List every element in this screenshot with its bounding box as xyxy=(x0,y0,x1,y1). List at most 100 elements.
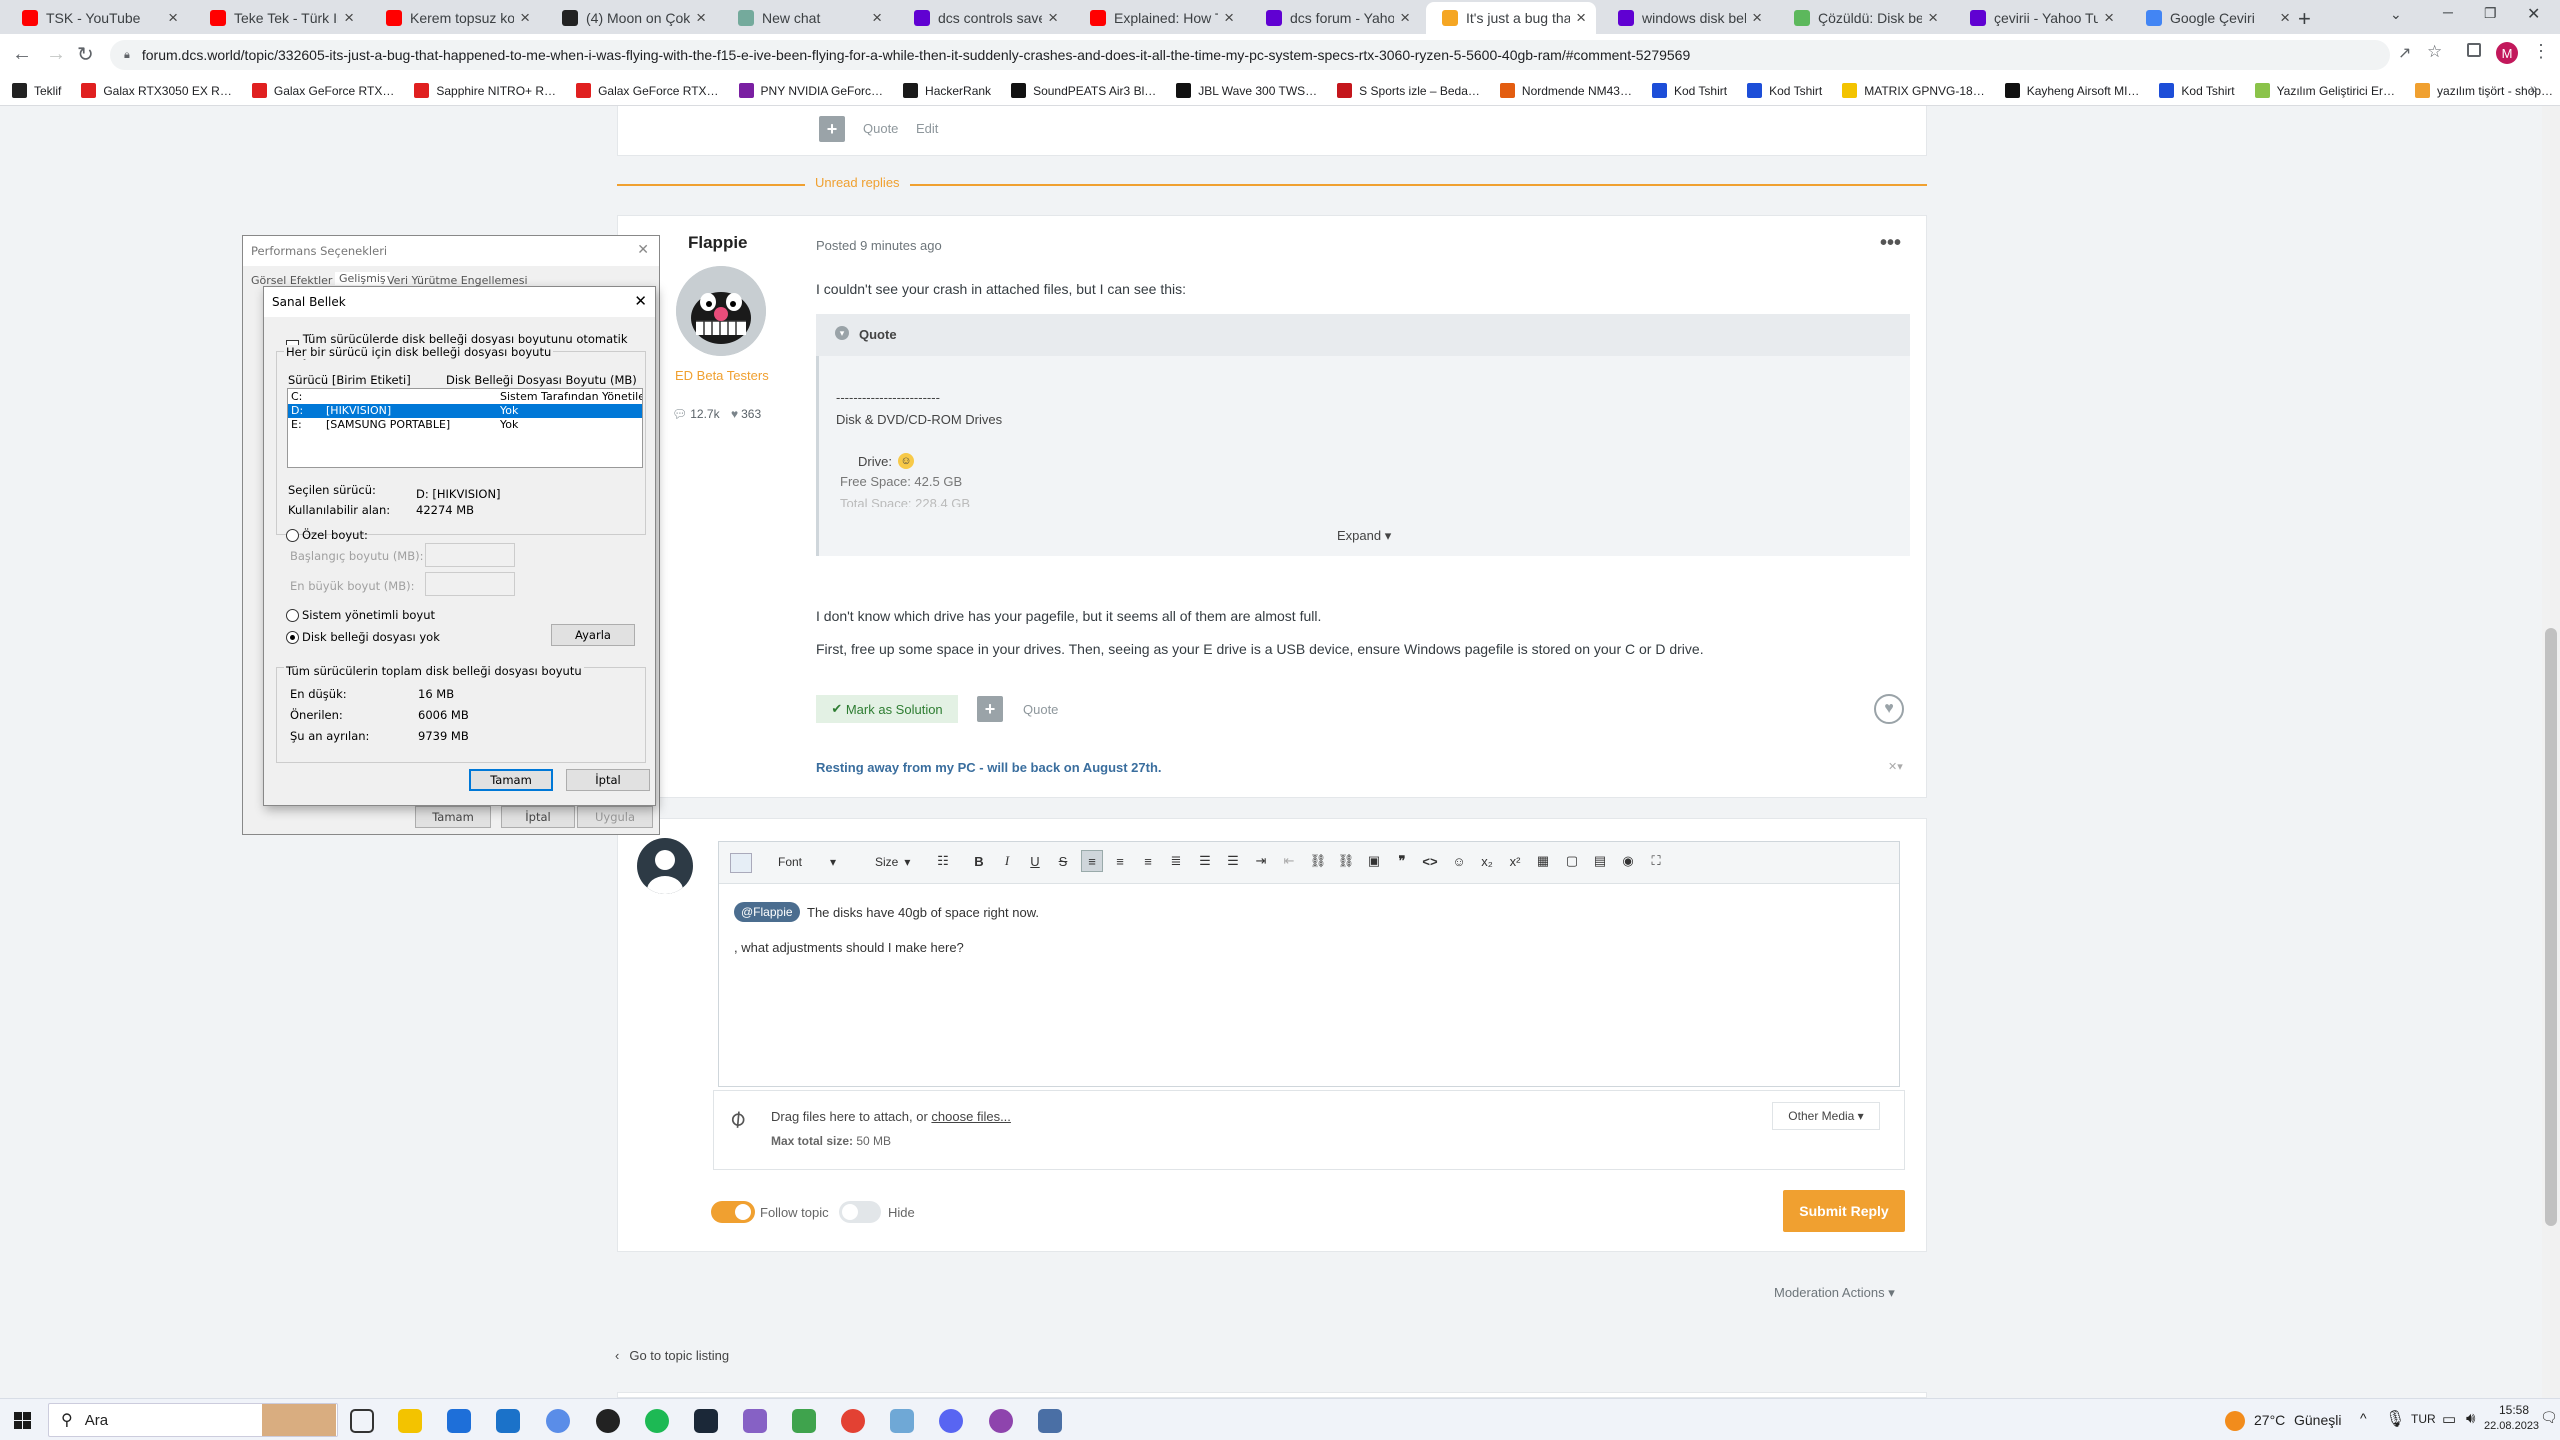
tray-chevron-icon[interactable]: ^ xyxy=(2360,1410,2367,1426)
start-windows-icon[interactable] xyxy=(14,1412,31,1429)
weather-condition[interactable]: Güneşli xyxy=(2294,1412,2341,1428)
more-bookmarks-icon[interactable]: » xyxy=(2530,80,2538,96)
link-icon[interactable]: ⛓︎ xyxy=(1307,850,1329,872)
profile-avatar[interactable]: M xyxy=(2496,42,2518,64)
underline-icon[interactable]: U xyxy=(1024,850,1046,872)
image-icon[interactable]: ▣ xyxy=(1363,850,1385,872)
edit-link[interactable]: Edit xyxy=(916,121,938,136)
post-timestamp[interactable]: Posted 9 minutes ago xyxy=(816,238,942,253)
gif-icon[interactable]: ▤ xyxy=(1589,850,1611,872)
font-dropdown[interactable]: Font ▾ xyxy=(778,855,836,869)
bookmark-item[interactable]: Kayheng Airsoft MI… xyxy=(2004,83,2139,98)
maximize-icon[interactable]: ⛶ xyxy=(1645,850,1667,872)
format-icon[interactable]: ☷ xyxy=(932,850,954,872)
browser-tab[interactable]: Çözüldü: Disk belleği… × xyxy=(1778,2,1948,34)
tab-close-icon[interactable]: × xyxy=(2280,8,2290,28)
follow-toggle[interactable] xyxy=(711,1201,755,1223)
align-left-icon[interactable]: ≡ xyxy=(1081,850,1103,872)
file-explorer-icon[interactable] xyxy=(398,1409,422,1433)
align-justify-icon[interactable]: ≣ xyxy=(1165,850,1187,872)
add-reaction-button[interactable]: + xyxy=(819,116,845,142)
browser-tab[interactable]: Teke Tek - Türk Irkı v… × xyxy=(194,2,364,34)
notifications-icon[interactable]: 🗨︎ xyxy=(2540,1409,2558,1426)
outdent-icon[interactable]: ⇤ xyxy=(1278,850,1300,872)
bookmark-item[interactable]: PNY NVIDIA GeForc… xyxy=(738,83,883,98)
unlink-icon[interactable]: ⛓︎ xyxy=(1335,850,1357,872)
menu-icon[interactable]: ⋮ xyxy=(2532,41,2550,62)
browser-tab[interactable]: Explained: How To B… × xyxy=(1074,2,1244,34)
forward-icon[interactable]: → xyxy=(46,43,66,66)
initial-size-input[interactable] xyxy=(425,543,515,567)
app-icon[interactable] xyxy=(989,1409,1013,1433)
chrome-icon[interactable] xyxy=(841,1409,865,1433)
tab-close-icon[interactable]: × xyxy=(344,8,354,28)
like-heart-icon[interactable]: ♥︎ xyxy=(1874,694,1904,724)
vm-cancel-button[interactable]: İptal xyxy=(566,769,650,791)
bookmark-item[interactable]: JBL Wave 300 TWS… xyxy=(1176,83,1317,98)
tab-close-icon[interactable]: × xyxy=(1400,8,1410,28)
bookmark-item[interactable]: Galax GeForce RTX… xyxy=(251,83,394,98)
emoji-picker-icon[interactable]: ☺︎ xyxy=(1448,850,1470,872)
bookmark-item[interactable]: S Sports izle – Beda… xyxy=(1337,83,1480,98)
clock-date[interactable]: 22.08.2023 xyxy=(2484,1420,2539,1432)
expand-button[interactable]: Expand ▾ xyxy=(1337,528,1391,544)
vm-ok-button[interactable]: Tamam xyxy=(469,769,553,791)
no-paging-radio[interactable] xyxy=(286,630,299,644)
spotify-icon[interactable] xyxy=(645,1409,669,1433)
bold-icon[interactable]: B xyxy=(968,850,990,872)
moderation-actions-dropdown[interactable]: Moderation Actions ▾ xyxy=(1774,1285,1895,1301)
bookmark-star-icon[interactable]: ☆ xyxy=(2427,42,2442,62)
perf-tab-advanced[interactable]: Gelişmiş xyxy=(335,272,390,285)
restore-icon[interactable]: ❐ xyxy=(2484,5,2497,22)
network-icon[interactable]: ▭ xyxy=(2442,1410,2456,1428)
visual-studio-icon[interactable] xyxy=(743,1409,767,1433)
clock-time[interactable]: 15:58 xyxy=(2494,1403,2534,1417)
bookmark-item[interactable]: Nordmende NM43… xyxy=(1499,83,1632,98)
post-author-name[interactable]: Flappie xyxy=(688,233,748,253)
system-managed-radio[interactable] xyxy=(286,608,299,622)
post-options-icon[interactable]: ••• xyxy=(1880,232,1901,255)
author-avatar[interactable] xyxy=(676,266,766,356)
perf-apply-button[interactable]: Uygula xyxy=(577,806,653,828)
spoiler-icon[interactable]: ▢ xyxy=(1561,850,1583,872)
bookmark-item[interactable]: Yazılım Geliştirici Er… xyxy=(2254,83,2395,98)
reload-icon[interactable]: ↻ xyxy=(77,42,94,67)
tab-close-icon[interactable]: × xyxy=(1928,8,1938,28)
max-size-input[interactable] xyxy=(425,572,515,596)
tab-search-icon[interactable]: ⌄ xyxy=(2390,6,2402,23)
browser-tab[interactable]: çevirii - Yahoo Turke… × xyxy=(1954,2,2124,34)
browser-tab[interactable]: dcs forum - Yahoo T… × xyxy=(1250,2,1420,34)
browser-tab[interactable]: (4) Moon on Çoklu F… × xyxy=(546,2,716,34)
drive-row-d-selected[interactable]: D: [HIKVISION] Yok xyxy=(288,404,642,418)
blockquote-icon[interactable]: ❞ xyxy=(1391,850,1413,872)
tab-close-icon[interactable]: × xyxy=(1752,8,1762,28)
perf-ok-button[interactable]: Tamam xyxy=(415,806,491,828)
microphone-icon[interactable]: 🎙︎ xyxy=(2385,1409,2405,1429)
drive-row-e[interactable]: E: [SAMSUNG PORTABLE] Yok xyxy=(288,418,642,432)
subscript-icon[interactable]: x₂ xyxy=(1476,850,1498,872)
bookmark-item[interactable]: HackerRank xyxy=(903,83,991,98)
align-center-icon[interactable]: ≡ xyxy=(1109,850,1131,872)
quote-link[interactable]: Quote xyxy=(1023,702,1058,717)
code-icon[interactable]: <> xyxy=(1419,850,1441,872)
system-managed-option[interactable]: Sistem yönetimli boyut xyxy=(286,608,435,622)
go-to-listing-link[interactable]: ‹ Go to topic listing xyxy=(615,1348,729,1363)
add-reaction-button[interactable]: + xyxy=(977,696,1003,722)
numbered-list-icon[interactable]: ☰ xyxy=(1222,850,1244,872)
no-paging-option[interactable]: Disk belleği dosyası yok xyxy=(286,630,440,644)
drive-list[interactable]: C: Sistem Tarafından Yönetilen D: [HIKVI… xyxy=(287,388,643,468)
address-bar[interactable]: 🔒︎ forum.dcs.world/topic/332605-its-just… xyxy=(110,40,2390,70)
task-view-icon[interactable] xyxy=(350,1409,374,1433)
quote-link[interactable]: Quote xyxy=(863,121,898,136)
dcs-app-icon[interactable] xyxy=(596,1409,620,1433)
volume-icon[interactable]: 🔊︎ xyxy=(2466,1410,2475,1427)
signature-hide-icon[interactable]: ✕▾ xyxy=(1888,760,1903,773)
browser-tab[interactable]: It's just a bug that h… × xyxy=(1426,2,1596,34)
other-media-dropdown[interactable]: Other Media ▾ xyxy=(1772,1102,1880,1130)
tab-close-icon[interactable]: × xyxy=(168,8,178,28)
drive-row-c[interactable]: C: Sistem Tarafından Yönetilen xyxy=(288,390,642,404)
tab-close-icon[interactable]: × xyxy=(520,8,530,28)
align-right-icon[interactable]: ≡ xyxy=(1137,850,1159,872)
size-dropdown[interactable]: Size ▾ xyxy=(875,855,910,869)
vm-close-icon[interactable]: ✕ xyxy=(634,292,647,310)
